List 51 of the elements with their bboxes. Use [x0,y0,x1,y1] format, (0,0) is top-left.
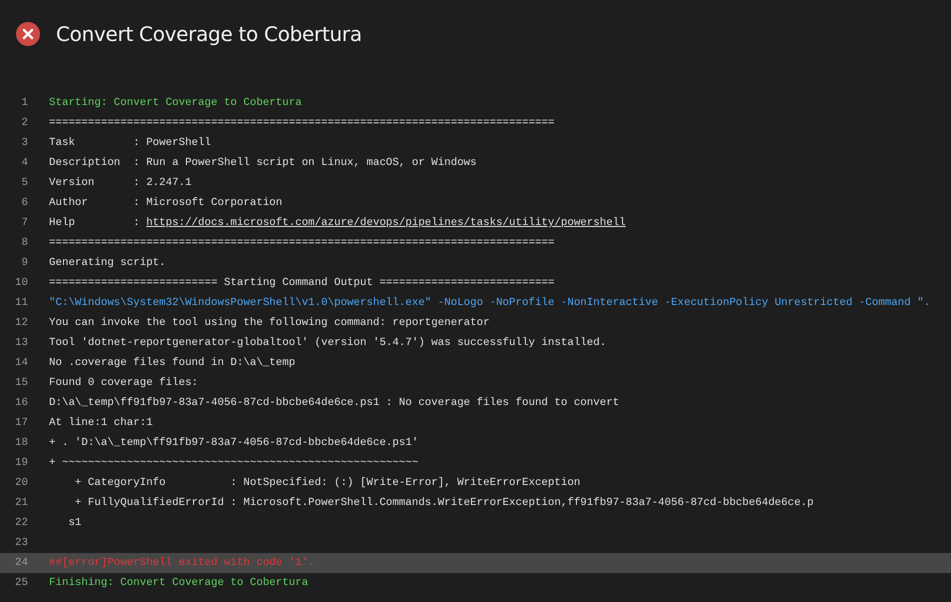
log-text: ============================================================================== [49,237,554,249]
log-text: At line:1 char:1 [49,417,153,429]
line-number: 9 [20,257,28,269]
line-number: 23 [14,537,28,549]
log-text: Generating script. [49,257,166,269]
log-text: + ~~~~~~~~~~~~~~~~~~~~~~~~~~~~~~~~~~~~~~~~~~~~~~~~~~~~~~~ [49,457,418,469]
log-text: Description : Run a PowerShell script on Linux, macOS, or Windows [49,157,477,169]
line-number: 15 [14,377,28,389]
help-link[interactable]: https://docs.microsoft.com/azure/devops/pipelines/tasks/utility/powershell [146,217,626,229]
log-text: "C:\Windows\System32\WindowsPowerShell\v1.0\powershell.exe" -NoLogo -NoProfile -NonInteractive -ExecutionPolicy Unrestricted -Command ". [49,297,930,309]
log-text: + FullyQualifiedErrorId : Microsoft.PowerShell.Commands.WriteErrorException,ff91fb97-83a7-4056-87cd-bbcbe64de6ce.p [74,497,814,509]
line-number: 6 [20,197,28,209]
log-text: D:\a\_temp\ff91fb97-83a7-4056-87cd-bbcbe64de6ce.ps1 : No coverage files found to convert [49,397,620,409]
line-number: 14 [14,357,28,369]
log-text: + CategoryInfo : NotSpecified: (:) [Write-Error], WriteErrorException [74,477,580,489]
line-number: 7 [20,217,28,229]
log-text: You can invoke the tool using the following command: reportgenerator [49,317,490,329]
line-number: 21 [14,497,28,509]
line-number: 17 [14,417,28,429]
log-text: Version : 2.247.1 [49,177,192,189]
line-number: 22 [14,517,28,529]
log-text: Starting: Convert Coverage to Cobertura [49,97,302,109]
line-number: 13 [14,337,28,349]
line-number: 19 [14,457,28,469]
line-number: 25 [14,577,28,589]
line-number: 12 [14,317,28,329]
log-text: + . 'D:\a\_temp\ff91fb97-83a7-4056-87cd-bbcbe64de6ce.ps1' [49,437,418,449]
log-text: ============================================================================== [49,117,554,129]
line-number: 20 [14,477,28,489]
log-text: Help : [49,217,141,229]
line-number: 16 [14,397,28,409]
task-title: Convert Coverage to Cobertura [56,22,362,46]
log-text: Task : PowerShell [49,137,211,149]
line-number: 3 [20,137,28,149]
line-number: 5 [20,177,28,189]
log-text: Tool 'dotnet-reportgenerator-globaltool' (version '5.4.7') was successfully installed. [49,337,606,349]
log-text: s1 [67,517,82,529]
line-number: 11 [14,297,28,309]
log-text: Found 0 coverage files: [49,377,198,389]
line-number: 2 [20,117,28,129]
log-text: No .coverage files found in D:\a\_temp [49,357,296,369]
line-number: 24 [14,557,28,569]
log-text: ##[error]PowerShell exited with code '1'. [49,557,315,569]
line-number: 10 [14,277,28,289]
log-text: Author : Microsoft Corporation [49,197,282,209]
line-number: 18 [14,437,28,449]
line-number: 4 [20,157,28,169]
log-text: Finishing: Convert Coverage to Cobertura [49,577,308,589]
line-number: 1 [20,97,28,109]
line-number: 8 [20,237,28,249]
log-text: ========================== Starting Command Output =========================== [49,277,554,289]
